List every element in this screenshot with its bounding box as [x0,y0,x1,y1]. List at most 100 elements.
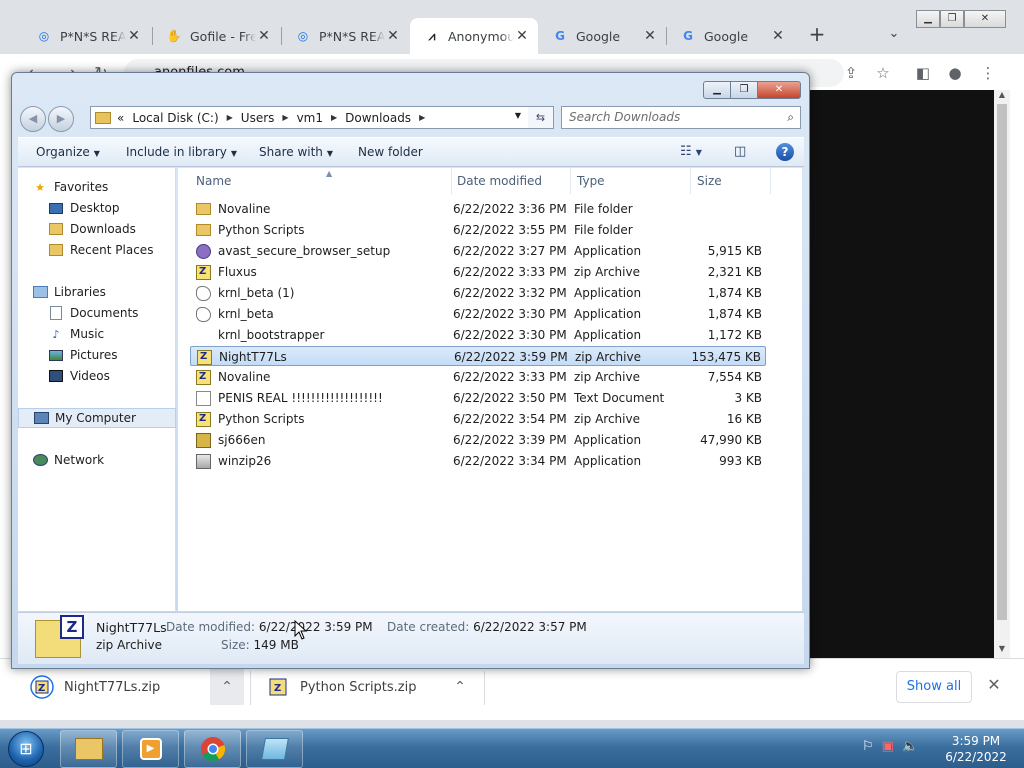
nav-recent-places[interactable]: Recent Places [18,240,176,260]
nav-music[interactable]: ♪ Music [18,324,176,344]
file-row[interactable]: Python Scripts 6/22/2022 3:55 PM File fold… [190,220,766,240]
taskbar-explorer[interactable] [60,730,117,768]
chevron-right-icon[interactable]: ▶ [331,113,337,122]
file-row[interactable]: Novaline 6/22/2022 3:36 PM File folder [190,199,766,219]
restore-icon[interactable]: ❐ [940,10,964,28]
scroll-down-icon[interactable]: ▼ [994,644,1010,658]
download-item-1[interactable]: Z NightT77Ls.zip [30,669,160,705]
tab-5[interactable]: G Google ✕ [538,18,666,54]
chevron-right-icon[interactable]: ▶ [282,113,288,122]
file-row[interactable]: PENIS REAL !!!!!!!!!!!!!!!!!!! 6/22/2022 … [190,388,766,408]
show-all-button[interactable]: Show all [896,671,972,703]
chevron-down-icon: ▼ [230,149,238,158]
menu-dots-icon[interactable]: ⋮ [977,62,999,84]
search-input[interactable]: Search Downloads ⌕ [561,106,801,129]
address-breadcrumb[interactable]: « Local Disk (C:) ▶ Users ▶ vm1 ▶ Downlo… [90,106,554,129]
file-row[interactable]: krnl_bootstrapper 6/22/2022 3:30 PM Applic… [190,325,766,345]
close-icon[interactable]: ✕ [126,28,142,44]
close-icon[interactable]: ✕ [256,28,272,44]
system-clock[interactable]: 3:59 PM 6/22/2022 [936,733,1016,765]
file-row[interactable]: Python Scripts 6/22/2022 3:54 PM zip Archi… [190,409,766,429]
details-created-label: Date created: [387,620,470,634]
nav-pictures[interactable]: Pictures [18,345,176,365]
nav-desktop[interactable]: Desktop [18,198,176,218]
download-item-2[interactable]: Z Python Scripts.zip [266,669,417,705]
chevron-right-icon[interactable]: ▶ [227,113,233,122]
nav-documents[interactable]: Documents [18,303,176,323]
column-type[interactable]: Type [571,168,691,194]
taskbar-chrome[interactable] [184,730,241,768]
close-icon[interactable]: ✕ [514,28,530,44]
side-panel-icon[interactable]: ◧ [912,62,934,84]
file-row[interactable]: winzip26 6/22/2022 3:34 PM Application 993 … [190,451,766,471]
network-status-icon[interactable]: ▣ [882,739,894,754]
taskbar-media-player[interactable]: ▶ [122,730,179,768]
file-row[interactable]: avast_secure_browser_setup 6/22/2022 3:27… [190,241,766,261]
breadcrumb-downloads[interactable]: Downloads [345,111,411,125]
organize-button[interactable]: Organize ▼ [36,145,100,159]
share-with-button[interactable]: Share with ▼ [259,145,333,159]
close-icon[interactable]: ✕ [984,675,1004,699]
minimize-icon[interactable]: ▁ [916,10,940,28]
breadcrumb-vm1[interactable]: vm1 [297,111,323,125]
breadcrumb-overflow[interactable]: « [117,111,124,125]
close-window-icon[interactable]: ✕ [757,81,801,99]
back-arrow-icon[interactable]: ◀ [20,106,46,132]
column-date-modified[interactable]: Date modified [451,168,571,194]
share-icon[interactable]: ⇪ [840,62,862,84]
minimize-icon[interactable]: ▁ [703,81,731,99]
column-name[interactable]: Name ▲ [190,168,452,194]
action-center-flag-icon[interactable]: ⚐ [862,739,874,754]
file-row[interactable]: krnl_beta 6/22/2022 3:30 PM Application 1,8… [190,304,766,324]
file-row[interactable]: NightT77Ls 6/22/2022 3:59 PM zip Archive 15… [190,346,766,366]
nav-network[interactable]: Network [18,450,176,470]
nav-downloads[interactable]: Downloads [18,219,176,239]
chevron-down-icon[interactable]: ▼ [515,111,521,120]
tab-1[interactable]: ◎ P*N*S REAL ✕ [22,18,150,54]
page-scrollbar[interactable]: ▲ ▼ [994,90,1010,658]
taskbar-notepad[interactable] [246,730,303,768]
breadcrumb-local-disk[interactable]: Local Disk (C:) [132,111,218,125]
close-icon[interactable]: ✕ [385,28,401,44]
view-options-icon[interactable]: ☷ ▼ [680,144,702,159]
new-tab-icon[interactable]: + [806,24,828,46]
close-icon[interactable]: ✕ [642,28,658,44]
chevron-down-icon[interactable]: ⌄ [884,24,904,44]
file-type: Application [574,286,642,300]
breadcrumb-users[interactable]: Users [241,111,275,125]
file-row[interactable]: sj666en 6/22/2022 3:39 PM Application 47,99… [190,430,766,450]
download-options-caret[interactable]: ⌃ [210,669,244,705]
tab-3[interactable]: ◎ P*N*S REAL ✕ [281,18,409,54]
help-icon[interactable]: ? [776,143,794,161]
maximize-icon[interactable]: ❐ [730,81,758,99]
tab-4-active[interactable]: ⩘ Anonymous ✕ [410,18,538,54]
svg-text:Z: Z [38,683,45,694]
nav-favorites[interactable]: ★ Favorites [18,177,176,197]
tab-6[interactable]: G Google ✕ [666,18,794,54]
file-row[interactable]: Fluxus 6/22/2022 3:33 PM zip Archive 2,321 … [190,262,766,282]
nav-videos[interactable]: Videos [18,366,176,386]
nav-libraries[interactable]: Libraries [18,282,176,302]
nav-my-computer[interactable]: My Computer [18,408,176,428]
file-row[interactable]: krnl_beta (1) 6/22/2022 3:32 PM Applicatio… [190,283,766,303]
preview-pane-icon[interactable]: ◫ [734,144,746,159]
file-row[interactable]: Novaline 6/22/2022 3:33 PM zip Archive 7,55… [190,367,766,387]
scroll-up-icon[interactable]: ▲ [994,90,1010,104]
new-folder-button[interactable]: New folder [358,145,423,159]
bookmark-star-icon[interactable]: ☆ [872,62,894,84]
close-window-icon[interactable]: ✕ [964,10,1006,28]
dark-page-area [808,90,994,658]
download-options-caret[interactable]: ⌃ [443,669,477,705]
include-in-library-button[interactable]: Include in library ▼ [126,145,237,159]
refresh-icon[interactable]: ⇆ [528,106,554,129]
start-button[interactable]: ⊞ [8,731,44,767]
volume-icon[interactable]: 🔈 [902,739,918,754]
forward-arrow-icon[interactable]: ▶ [48,106,74,132]
profile-icon[interactable]: ● [944,62,966,84]
chevron-right-icon[interactable]: ▶ [419,113,425,122]
search-icon[interactable]: ⌕ [787,107,794,128]
scroll-thumb[interactable] [997,104,1007,620]
tab-2[interactable]: ✋ Gofile - Free ✕ [152,18,280,54]
column-size[interactable]: Size [691,168,771,194]
close-icon[interactable]: ✕ [770,28,786,44]
